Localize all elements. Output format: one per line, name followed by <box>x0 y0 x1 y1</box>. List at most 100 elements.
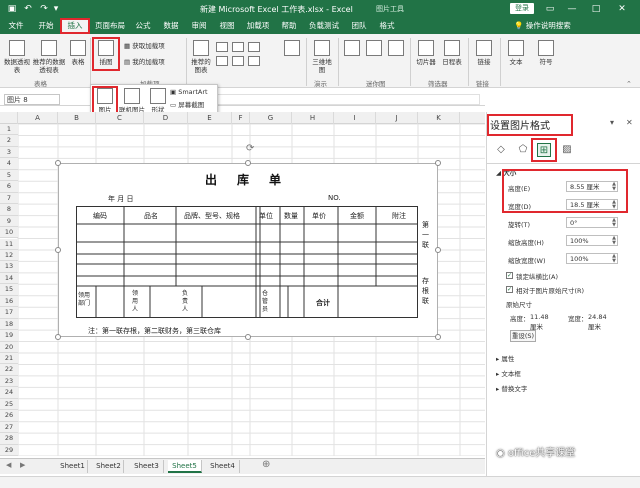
rotate-handle-icon[interactable]: ⟳ <box>246 143 254 154</box>
hierarchy-chart-icon[interactable] <box>232 42 244 52</box>
redo-icon[interactable]: ↷ <box>38 3 50 15</box>
row-header[interactable]: 10 <box>0 227 18 239</box>
scale-height-spinner-icon[interactable]: ▲ ▼ <box>612 236 616 246</box>
fill-line-icon[interactable]: ◇ <box>494 143 508 157</box>
sheet-tab-2[interactable]: Sheet2 <box>94 460 124 473</box>
rotation-spinner-icon[interactable]: ▲ ▼ <box>612 218 616 228</box>
tab-view[interactable]: 视图 <box>214 18 240 34</box>
row-header[interactable]: 12 <box>0 249 18 262</box>
sparkline-winloss-button[interactable] <box>386 40 406 58</box>
ribbon-display-icon[interactable]: ▭ <box>540 2 560 16</box>
textbox-section-toggle[interactable]: ▸ 文本框 <box>496 368 521 378</box>
row-header[interactable]: 11 <box>0 238 18 250</box>
scroll-right-icon[interactable]: ▶ <box>20 461 25 469</box>
row-header[interactable]: 6 <box>0 181 18 193</box>
customize-qat-icon[interactable]: ▾ <box>50 3 62 15</box>
scale-width-spinner-icon[interactable]: ▲ ▼ <box>612 254 616 264</box>
row-header[interactable]: 16 <box>0 295 18 308</box>
row-header[interactable]: 9 <box>0 215 18 228</box>
sheet-tab-1[interactable]: Sheet1 <box>58 460 88 473</box>
row-header[interactable]: 17 <box>0 307 18 319</box>
col-a[interactable]: A <box>18 112 58 124</box>
row-header[interactable]: 20 <box>0 341 18 353</box>
line-chart-icon[interactable] <box>216 56 228 66</box>
row-header[interactable]: 3 <box>0 146 18 159</box>
row-header[interactable]: 25 <box>0 398 18 411</box>
text-button[interactable]: 文本 <box>504 40 528 66</box>
row-header[interactable]: 29 <box>0 444 18 457</box>
row-header[interactable]: 2 <box>0 135 18 147</box>
select-all-corner[interactable] <box>0 112 18 124</box>
name-box[interactable]: 图片 8 <box>4 94 60 105</box>
online-picture-button[interactable]: 联机图片 <box>118 88 146 114</box>
resize-handle-tr[interactable] <box>435 160 441 166</box>
row-header[interactable]: 8 <box>0 204 18 216</box>
properties-section-toggle[interactable]: ▸ 属性 <box>496 353 514 363</box>
screenshot-button[interactable]: ▭ 屏幕截图 <box>170 101 216 109</box>
tab-format[interactable]: 格式 <box>374 18 400 34</box>
shapes-button[interactable]: 形状 <box>148 88 168 114</box>
save-icon[interactable]: ▣ <box>6 3 18 15</box>
scroll-left-icon[interactable]: ◀ <box>6 461 11 469</box>
scatter-chart-icon[interactable] <box>248 56 260 66</box>
tab-team[interactable]: 团队 <box>346 18 372 34</box>
3d-map-button[interactable]: 三维地图 <box>310 40 334 74</box>
sparkline-column-button[interactable] <box>364 40 384 58</box>
width-input[interactable]: 18.5 厘米 ▲ ▼ <box>566 199 618 210</box>
tab-load-test[interactable]: 负载测试 <box>304 18 344 34</box>
row-header[interactable]: 14 <box>0 272 18 285</box>
sheet-tab-5[interactable]: Sheet5 <box>168 460 202 473</box>
table-button[interactable]: 表格 <box>68 40 88 66</box>
tab-formulas[interactable]: 公式 <box>130 18 156 34</box>
add-sheet-icon[interactable]: ⊕ <box>262 459 270 470</box>
tab-addins[interactable]: 加载项 <box>242 18 274 34</box>
col-k[interactable]: K <box>418 112 460 124</box>
resize-handle-l[interactable] <box>55 247 61 253</box>
tab-help[interactable]: 帮助 <box>276 18 302 34</box>
row-header[interactable]: 5 <box>0 169 18 182</box>
tab-home[interactable]: 开始 <box>32 18 60 34</box>
link-button[interactable]: 链接 <box>472 40 496 66</box>
get-addins-button[interactable]: ▦ 获取加载项 <box>124 42 174 50</box>
height-spinner-icon[interactable]: ▲ ▼ <box>612 182 616 192</box>
recommended-pivot-button[interactable]: 推荐的数据透视表 <box>32 40 66 74</box>
row-header[interactable]: 21 <box>0 353 18 365</box>
recommended-charts-button[interactable]: 推荐的图表 <box>190 40 212 74</box>
col-g[interactable]: G <box>250 112 292 124</box>
row-header[interactable]: 15 <box>0 284 18 296</box>
sheet-tab-4[interactable]: Sheet4 <box>206 460 240 473</box>
tab-page-layout[interactable]: 页面布局 <box>92 18 128 34</box>
minimize-icon[interactable]: — <box>562 2 582 16</box>
resize-handle-r[interactable] <box>435 247 441 253</box>
col-c[interactable]: C <box>96 112 144 124</box>
tab-file[interactable]: 文件 <box>2 18 30 34</box>
resize-handle-t[interactable] <box>245 160 251 166</box>
pie-chart-icon[interactable] <box>232 56 244 66</box>
pivot-table-button[interactable]: 数据透视表 <box>4 40 30 74</box>
col-h[interactable]: H <box>292 112 334 124</box>
undo-icon[interactable]: ↶ <box>22 3 34 15</box>
tell-me-search[interactable]: 💡 操作说明搜索 <box>514 18 571 34</box>
row-header[interactable]: 1 <box>0 124 18 136</box>
col-f[interactable]: F <box>232 112 250 124</box>
pane-options-icon[interactable]: ▾ <box>610 118 614 127</box>
sparkline-line-button[interactable] <box>342 40 362 58</box>
sheet-tab-3[interactable]: Sheet3 <box>130 460 164 473</box>
col-i[interactable]: I <box>334 112 376 124</box>
row-header[interactable]: 18 <box>0 318 18 331</box>
timeline-button[interactable]: 日程表 <box>440 40 464 66</box>
login-button[interactable]: 登录 <box>510 3 534 14</box>
col-j[interactable]: J <box>376 112 418 124</box>
collapse-ribbon-icon[interactable]: ⌃ <box>626 80 632 88</box>
tab-data[interactable]: 数据 <box>158 18 184 34</box>
maximize-icon[interactable]: □ <box>586 2 606 16</box>
row-header[interactable]: 13 <box>0 261 18 273</box>
row-header[interactable]: 19 <box>0 330 18 342</box>
row-header[interactable]: 23 <box>0 375 18 388</box>
col-b[interactable]: B <box>58 112 96 124</box>
effects-icon[interactable]: ⬠ <box>516 143 530 157</box>
close-icon[interactable]: ✕ <box>612 2 632 16</box>
pane-close-icon[interactable]: ✕ <box>626 118 633 127</box>
scale-height-input[interactable]: 100% ▲ ▼ <box>566 235 618 246</box>
slicer-button[interactable]: 切片器 <box>414 40 438 66</box>
